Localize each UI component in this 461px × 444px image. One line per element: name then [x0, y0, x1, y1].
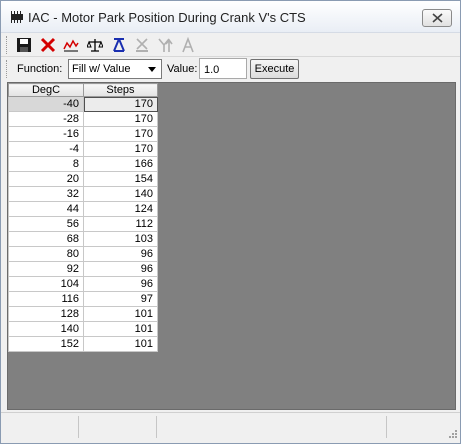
table-row[interactable]: 32 140	[8, 186, 158, 202]
cell-steps[interactable]: 97	[83, 291, 158, 307]
cell-steps[interactable]: 103	[83, 231, 158, 247]
function-bar-grip[interactable]	[6, 60, 9, 78]
column-header-steps[interactable]: Steps	[83, 83, 158, 97]
row-header-degc[interactable]: 152	[8, 336, 84, 352]
row-header-degc[interactable]: -28	[8, 111, 84, 127]
cell-steps[interactable]: 170	[83, 126, 158, 142]
table-area: DegC Steps -40 170 -28 170 -16 170 -4 170 8 166 20…	[7, 82, 456, 410]
status-segment	[157, 416, 387, 438]
chevron-down-icon	[148, 67, 156, 72]
table-row[interactable]: 92 96	[8, 261, 158, 277]
value-input[interactable]	[199, 58, 247, 79]
data-table: DegC Steps -40 170 -28 170 -16 170 -4 170 8 166 20…	[8, 83, 158, 352]
row-header-degc[interactable]: 128	[8, 306, 84, 322]
row-header-degc[interactable]: 116	[8, 291, 84, 307]
cell-steps[interactable]: 170	[83, 96, 158, 112]
toolbar-grip[interactable]	[6, 36, 9, 54]
close-button[interactable]	[422, 9, 452, 27]
row-header-degc[interactable]: -40	[8, 96, 84, 112]
cell-steps[interactable]: 96	[83, 276, 158, 292]
row-header-degc[interactable]: 20	[8, 171, 84, 187]
up-icon[interactable]	[157, 37, 173, 53]
cell-steps[interactable]: 96	[83, 246, 158, 262]
function-select-value: Fill w/ Value	[72, 63, 131, 75]
cell-steps[interactable]: 170	[83, 141, 158, 157]
table-row[interactable]: -16 170	[8, 126, 158, 142]
table-body: -40 170 -28 170 -16 170 -4 170 8 166 20 154 32 140 44 1…	[8, 96, 158, 352]
function-label: Function:	[17, 63, 63, 75]
table-row[interactable]: 104 96	[8, 276, 158, 292]
function-bar: Function: Fill w/ Value Value: Execute	[1, 57, 460, 81]
row-header-degc[interactable]: 8	[8, 156, 84, 172]
save-icon[interactable]	[16, 37, 32, 53]
table-row[interactable]: 20 154	[8, 171, 158, 187]
table-row[interactable]: 80 96	[8, 246, 158, 262]
status-bar	[1, 412, 460, 443]
window-title: IAC - Motor Park Position During Crank V…	[28, 10, 306, 25]
delete-icon[interactable]	[40, 37, 56, 53]
table-row[interactable]: -28 170	[8, 111, 158, 127]
row-header-degc[interactable]: 44	[8, 201, 84, 217]
cell-steps[interactable]: 112	[83, 216, 158, 232]
row-header-degc[interactable]: 56	[8, 216, 84, 232]
chip-icon	[11, 11, 23, 23]
table-row[interactable]: 44 124	[8, 201, 158, 217]
graph-icon[interactable]	[63, 37, 79, 53]
row-header-degc[interactable]: -4	[8, 141, 84, 157]
table-row[interactable]: -4 170	[8, 141, 158, 157]
table-row[interactable]: 8 166	[8, 156, 158, 172]
close-icon	[432, 13, 443, 23]
scale-icon[interactable]	[87, 37, 103, 53]
table-row[interactable]: 152 101	[8, 336, 158, 352]
table-row[interactable]: 116 97	[8, 291, 158, 307]
column-header-degc[interactable]: DegC	[8, 83, 84, 97]
cell-steps[interactable]: 101	[83, 336, 158, 352]
cell-steps[interactable]: 101	[83, 306, 158, 322]
toolbar	[1, 33, 460, 57]
cell-steps[interactable]: 166	[83, 156, 158, 172]
row-header-degc[interactable]: 140	[8, 321, 84, 337]
status-segment	[1, 416, 79, 438]
cell-steps[interactable]: 140	[83, 186, 158, 202]
cell-steps[interactable]: 96	[83, 261, 158, 277]
row-header-degc[interactable]: 80	[8, 246, 84, 262]
row-header-degc[interactable]: 92	[8, 261, 84, 277]
row-header-degc[interactable]: 32	[8, 186, 84, 202]
function-select[interactable]: Fill w/ Value	[68, 59, 162, 79]
iac-table-window: IAC - Motor Park Position During Crank V…	[0, 0, 461, 444]
table-row[interactable]: -40 170	[8, 96, 158, 112]
execute-button[interactable]: Execute	[250, 59, 299, 79]
title-bar[interactable]: IAC - Motor Park Position During Crank V…	[1, 1, 460, 33]
value-label: Value:	[167, 63, 198, 75]
cell-steps[interactable]: 101	[83, 321, 158, 337]
table-row[interactable]: 68 103	[8, 231, 158, 247]
row-header-degc[interactable]: -16	[8, 126, 84, 142]
resize-grip-icon[interactable]	[446, 429, 458, 441]
cut-icon[interactable]	[134, 37, 150, 53]
table-row[interactable]: 128 101	[8, 306, 158, 322]
row-header-degc[interactable]: 68	[8, 231, 84, 247]
cell-steps[interactable]: 170	[83, 111, 158, 127]
interpolate-icon[interactable]	[111, 37, 127, 53]
cell-steps[interactable]: 154	[83, 171, 158, 187]
text-icon[interactable]	[180, 37, 196, 53]
table-row[interactable]: 56 112	[8, 216, 158, 232]
table-row[interactable]: 140 101	[8, 321, 158, 337]
status-segment	[79, 416, 157, 438]
row-header-degc[interactable]: 104	[8, 276, 84, 292]
cell-steps[interactable]: 124	[83, 201, 158, 217]
